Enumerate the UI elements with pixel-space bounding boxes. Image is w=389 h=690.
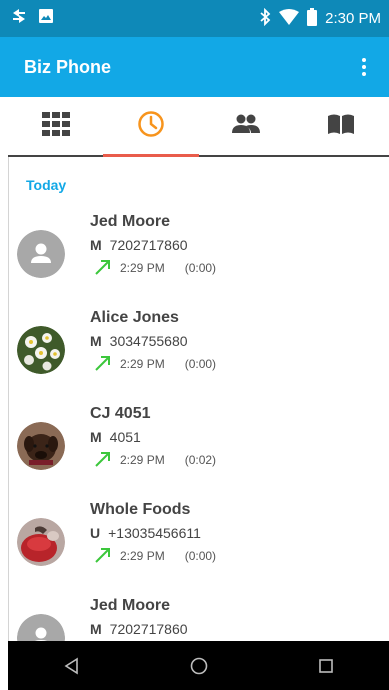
call-log-row[interactable]: Whole Foods U +13035456611 2:29 PM (0:00) [8, 501, 389, 597]
wifi-icon [279, 8, 300, 29]
outgoing-call-icon [94, 258, 112, 279]
clock-icon [137, 110, 165, 143]
call-info: 2:29 PM (0:00) [94, 257, 216, 279]
call-log-row[interactable]: CJ 4051 M 4051 2:29 PM (0:02) [8, 405, 389, 501]
tab-recents[interactable] [103, 97, 199, 157]
number-type: M [90, 333, 102, 349]
call-info: 2:29 PM (0:00) [94, 545, 216, 567]
status-time: 2:30 PM [325, 10, 381, 27]
default-person-icon [17, 230, 65, 278]
recent-apps-square-icon [318, 658, 333, 673]
call-duration: (0:00) [184, 549, 217, 563]
contact-name: Jed Moore [90, 213, 171, 230]
app-bar: Biz Phone [0, 37, 389, 97]
app-title: Biz Phone [24, 56, 112, 77]
phone-number: 3034755680 [109, 333, 188, 349]
tab-directory[interactable] [294, 97, 389, 155]
phone-number: 4051 [109, 429, 141, 445]
call-time: 2:29 PM [120, 453, 165, 467]
data-transfer-icon [10, 7, 28, 30]
phone-number: 7202717860 [109, 621, 188, 637]
default-person-icon [17, 614, 65, 641]
avatar [17, 614, 65, 641]
phone-number-line: M 7202717860 [90, 621, 188, 637]
number-type: M [90, 237, 102, 253]
avatar [17, 422, 65, 470]
book-icon [327, 113, 355, 140]
home-button[interactable] [169, 646, 229, 686]
tab-dialpad[interactable] [8, 97, 103, 155]
call-time: 2:29 PM [120, 549, 165, 563]
back-button[interactable] [42, 646, 102, 686]
outgoing-call-icon [94, 354, 112, 375]
left-edge [0, 641, 8, 690]
recent-apps-button[interactable] [296, 646, 356, 686]
call-duration: (0:02) [184, 453, 217, 467]
contact-name: Whole Foods [90, 501, 191, 518]
call-info: 2:29 PM (0:00) [94, 353, 216, 375]
phone-number-line: M 3034755680 [90, 333, 188, 349]
section-header-today: Today [26, 177, 67, 193]
avatar [17, 326, 65, 374]
outgoing-call-icon [94, 546, 112, 567]
contact-photo-dog [17, 422, 65, 470]
contact-photo-flowers [17, 326, 65, 374]
tab-contacts[interactable] [199, 97, 294, 155]
call-time: 2:29 PM [120, 357, 165, 371]
overflow-menu-icon[interactable] [349, 47, 379, 87]
image-notification-icon [38, 8, 54, 29]
home-circle-icon [190, 657, 207, 674]
status-bar: 2:30 PM [0, 0, 389, 37]
dialpad-icon [41, 111, 70, 141]
back-triangle-icon [64, 657, 78, 674]
call-log-row[interactable]: Jed Moore M 7202717860 [8, 597, 389, 641]
contact-photo-red [17, 518, 65, 566]
call-duration: (0:00) [184, 261, 217, 275]
phone-number-line: M 4051 [90, 429, 141, 445]
number-type: U [90, 525, 101, 541]
system-nav-bar [8, 641, 389, 690]
contact-name: CJ 4051 [90, 405, 151, 422]
bluetooth-icon [259, 7, 271, 30]
tab-bar [8, 97, 389, 157]
recents-list[interactable]: Today Jed Moore M 7202717860 2:29 PM (0:0… [8, 157, 389, 641]
call-info: 2:29 PM (0:02) [94, 449, 216, 471]
phone-number: +13035456611 [108, 525, 201, 541]
call-log-row[interactable]: Jed Moore M 7202717860 2:29 PM (0:00) [8, 213, 389, 309]
contact-name: Jed Moore [90, 597, 171, 614]
call-log-row[interactable]: Alice Jones M 3034755680 2:29 PM (0:00) [8, 309, 389, 405]
number-type: M [90, 429, 102, 445]
call-duration: (0:00) [184, 357, 217, 371]
contact-name: Alice Jones [90, 309, 179, 326]
people-icon [232, 113, 261, 140]
phone-number-line: M 7202717860 [90, 237, 188, 253]
battery-icon [307, 7, 318, 30]
avatar [17, 230, 65, 278]
phone-number-line: U +13035456611 [90, 525, 201, 541]
number-type: M [90, 621, 102, 637]
call-time: 2:29 PM [120, 261, 165, 275]
avatar [17, 518, 65, 566]
phone-number: 7202717860 [109, 237, 188, 253]
outgoing-call-icon [94, 450, 112, 471]
